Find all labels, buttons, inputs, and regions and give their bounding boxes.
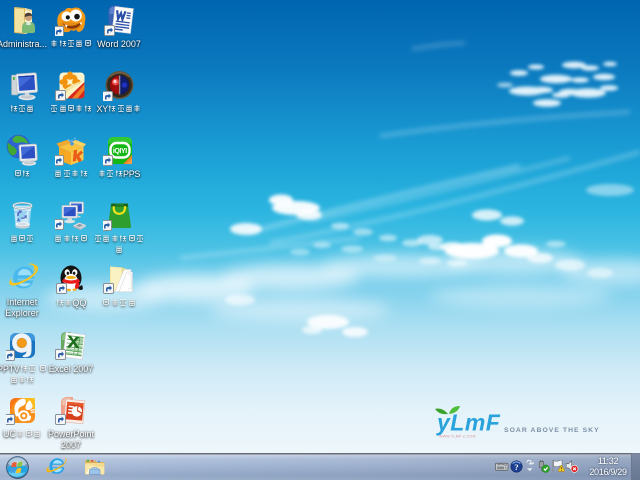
svg-text:iQIYI: iQIYI bbox=[113, 148, 127, 155]
svg-text:yLmF: yLmF bbox=[436, 410, 501, 436]
svg-text:?: ? bbox=[514, 462, 518, 472]
svg-text:WWW.YLMF-Z.COM: WWW.YLMF-Z.COM bbox=[439, 435, 476, 439]
svg-text:SOAR ABOVE THE SKY: SOAR ABOVE THE SKY bbox=[504, 427, 600, 434]
